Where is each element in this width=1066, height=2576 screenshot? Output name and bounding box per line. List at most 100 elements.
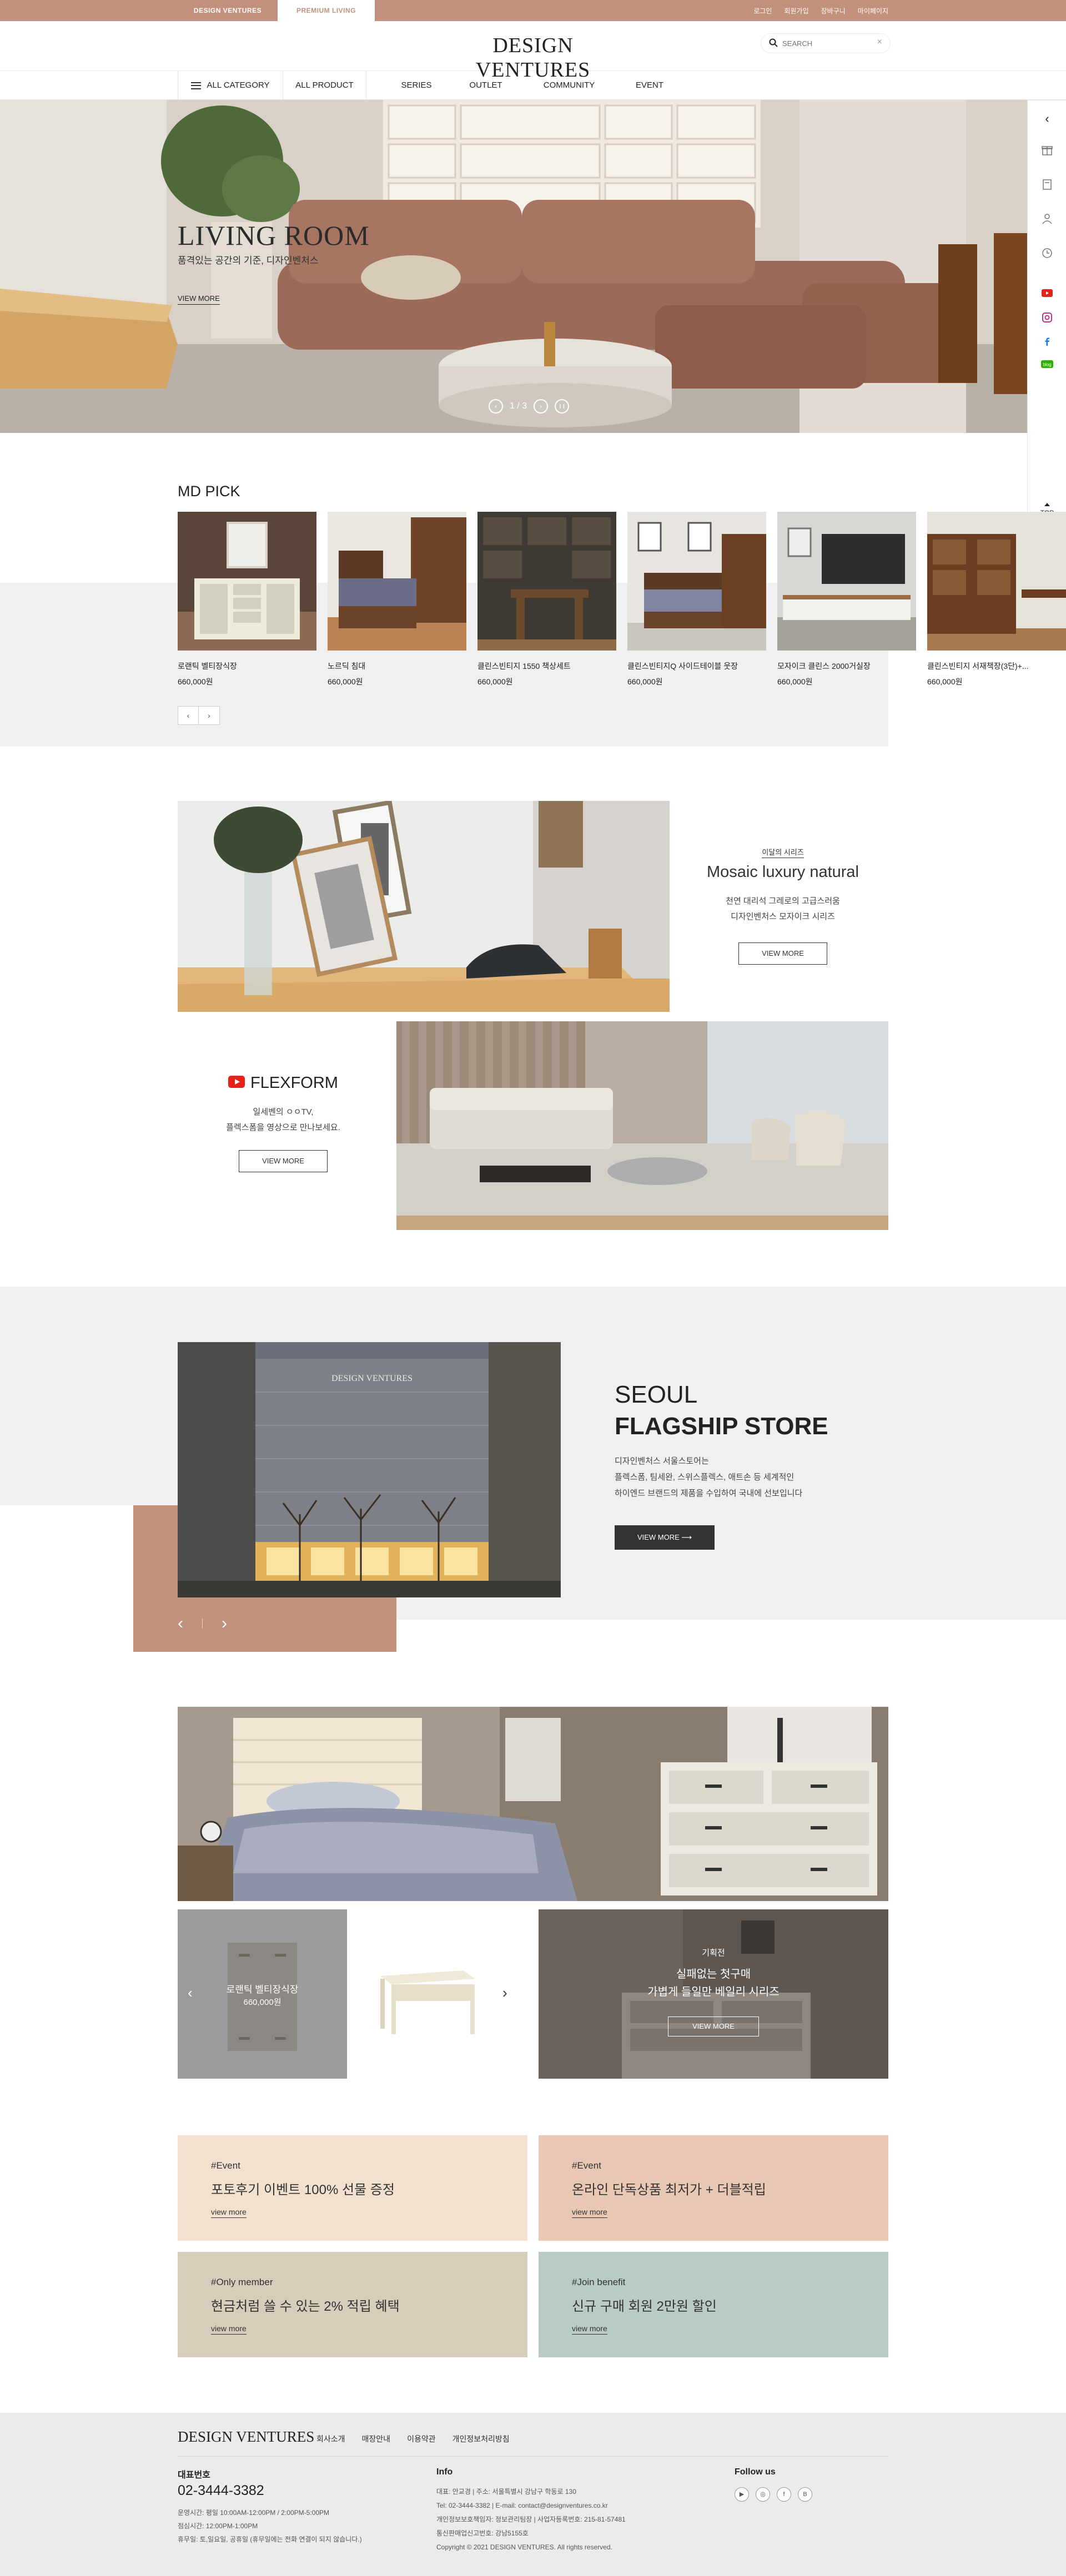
md-pick-card[interactable]: 클린스빈티지 서재책장(3단)+... 660,000원 (927, 512, 1066, 687)
nav-community[interactable]: COMMUNITY (533, 71, 605, 100)
md-pick-next-button[interactable]: › (199, 706, 220, 725)
quick-blog-link[interactable]: blog (1028, 360, 1066, 371)
quick-recent-link[interactable] (1028, 247, 1066, 262)
series-view-more-button[interactable]: VIEW MORE (738, 942, 827, 965)
quick-youtube-link[interactable] (1028, 289, 1066, 300)
plan-title-line2: 가볍게 들일만 베일리 시리즈 (647, 1986, 780, 1998)
blog-icon[interactable]: B (798, 2487, 812, 2502)
footer-link-stores[interactable]: 매장안내 (362, 2433, 391, 2444)
flagship-title-line1: SEOUL (615, 1381, 698, 1408)
product-price: 660,000원 (927, 677, 963, 686)
plan-label: 기획전 (702, 1948, 725, 1958)
bedroom-banner-image[interactable] (178, 1707, 888, 1901)
facebook-icon[interactable]: f (777, 2487, 791, 2502)
hero-prev-button[interactable]: ‹ (489, 399, 503, 414)
event-card[interactable]: #Event 온라인 단독상품 최저가 + 더블적립 view more (539, 2135, 888, 2241)
footer-hours: 운영시간: 평일 10:00AM-12:00PM / 2:00PM-5:00PM… (178, 2506, 362, 2546)
nav-series[interactable]: SERIES (389, 71, 444, 100)
all-category-label: ALL CATEGORY (207, 80, 270, 90)
footer-logo[interactable]: DESIGN VENTURES (178, 2428, 314, 2446)
clock-icon (1042, 248, 1052, 258)
product-image (178, 512, 316, 651)
nav-outlet[interactable]: OUTLET (458, 71, 514, 100)
search-input[interactable] (782, 38, 866, 49)
flexform-view-more-button[interactable]: VIEW MORE (239, 1150, 328, 1172)
footer-link-privacy[interactable]: 개인정보처리방침 (452, 2433, 510, 2444)
svg-text:blog: blog (1043, 362, 1051, 367)
quick-member-link[interactable] (1028, 213, 1066, 228)
md-pick-card[interactable]: 클린스빈티지 1550 책상세트 660,000원 (477, 512, 616, 687)
login-link[interactable]: 로그인 (753, 6, 772, 16)
blog-icon: blog (1041, 360, 1053, 368)
md-pick-prev-button[interactable]: ‹ (178, 706, 199, 725)
series-mosaic-image[interactable] (178, 801, 670, 1012)
brand-tab-design-ventures[interactable]: DESIGN VENTURES (178, 0, 278, 21)
product-slide-name: 로랜틱 벨티장식장 (226, 1984, 299, 1995)
event-view-more-link[interactable]: view more (572, 2324, 607, 2335)
arrow-divider (202, 1619, 203, 1629)
all-category-menu[interactable]: ALL CATEGORY (178, 71, 283, 100)
quick-collapse-button[interactable]: ‹ (1028, 112, 1066, 126)
nav-all-product[interactable]: ALL PRODUCT (283, 71, 366, 100)
quick-catalog-link[interactable] (1028, 178, 1066, 193)
plan-exhibition-banner[interactable]: 기획전 실패없는 첫구매 가볍게 들일만 베일리 시리즈 VIEW MORE (539, 1909, 888, 2079)
flagship-next-button[interactable]: › (222, 1615, 227, 1632)
hero-slide-counter: 1 / 3 (510, 401, 527, 411)
product-name: 로랜틱 벨티장식장 (178, 662, 237, 671)
youtube-icon[interactable]: ▶ (735, 2487, 749, 2502)
product-slider-next-button[interactable]: › (502, 1984, 507, 2002)
nav-event[interactable]: EVENT (622, 71, 677, 100)
flagship-view-more-button[interactable]: VIEW MORE ⟶ (615, 1525, 715, 1550)
flagship-store-image: DESIGN VENTURES (178, 1342, 561, 1597)
quick-gift-link[interactable] (1028, 144, 1066, 159)
event-card[interactable]: #Event 포토후기 이벤트 100% 선물 증정 view more (178, 2135, 527, 2241)
plan-view-more-button[interactable]: VIEW MORE (668, 2017, 759, 2036)
footer: DESIGN VENTURES 회사소개 매장안내 이용약관 개인정보처리방침 … (0, 2413, 1066, 2576)
mypage-link[interactable]: 마이페이지 (858, 6, 888, 16)
footer-rep-title: 대표번호 (178, 2471, 210, 2480)
md-pick-card[interactable]: 클린스빈티지Q 사이드테이블 웃장 660,000원 (627, 512, 766, 687)
product-image (777, 512, 916, 651)
md-pick-card[interactable]: 노르딕 침대 660,000원 (328, 512, 466, 687)
product-price: 660,000원 (477, 677, 513, 686)
flagship-desc-line: 하이엔드 브랜드의 제품을 수입하여 국내에 선보입니다 (615, 1489, 803, 1498)
flexform-video-image[interactable] (396, 1021, 888, 1230)
gift-icon (1042, 146, 1053, 155)
product-image (927, 512, 1066, 651)
event-view-more-link[interactable]: view more (572, 2207, 607, 2218)
footer-info-line: 통신판매업신고번호: 강남5155호 (436, 2529, 529, 2537)
flexform-desc-line: 일세벤의 ㅇㅇTV, (253, 1107, 314, 1117)
footer-link-company[interactable]: 회사소개 (316, 2433, 345, 2444)
md-pick-card[interactable]: 로랜틱 벨티장식장 660,000원 (178, 512, 316, 687)
instagram-icon[interactable]: ◎ (756, 2487, 770, 2502)
search-icon[interactable] (769, 38, 778, 47)
flexform-desc-line: 플렉스폼을 영상으로 만나보세요. (226, 1123, 340, 1132)
product-slider-prev-button[interactable]: ‹ (188, 1984, 193, 2002)
event-view-more-link[interactable]: view more (211, 2324, 247, 2335)
hero-next-button[interactable]: › (534, 399, 549, 414)
cart-link[interactable]: 장바구니 (821, 6, 846, 16)
md-pick-arrows: ‹ › (178, 706, 220, 725)
series-label-text: 이달의 시리즈 (762, 848, 804, 858)
brand-tab-premium-living[interactable]: PREMIUM LIVING (278, 0, 375, 21)
hero-view-more-link[interactable]: VIEW MORE (178, 294, 220, 305)
event-card[interactable]: #Only member 현금처럼 쓸 수 있는 2% 적립 혜택 view m… (178, 2252, 527, 2357)
join-link[interactable]: 회원가입 (784, 6, 808, 16)
desk-product-image[interactable] (369, 1954, 480, 2037)
footer-info-line: Copyright © 2021 DESIGN VENTURES. All ri… (436, 2543, 612, 2551)
md-pick-card[interactable]: 모자이크 클린스 2000거실장 660,000원 (777, 512, 916, 687)
event-card[interactable]: #Join benefit 신규 구매 회원 2만원 할인 view more (539, 2252, 888, 2357)
flagship-prev-button[interactable]: ‹ (178, 1615, 183, 1632)
clear-search-icon[interactable]: × (877, 37, 882, 47)
product-price: 660,000원 (328, 677, 363, 686)
product-price: 660,000원 (178, 677, 213, 686)
event-title: 현금처럼 쓸 수 있는 2% 적립 혜택 (211, 2299, 400, 2314)
footer-link-terms[interactable]: 이용약관 (407, 2433, 436, 2444)
quick-instagram-link[interactable] (1028, 312, 1066, 325)
hero-title: LIVING ROOM (178, 220, 370, 251)
header: DESIGN VENTURES × (0, 21, 1066, 82)
hero-living-room-image (0, 100, 1066, 433)
quick-facebook-link[interactable] (1028, 336, 1066, 349)
event-view-more-link[interactable]: view more (211, 2207, 247, 2218)
hero-pause-button[interactable]: ❙❙ (555, 399, 570, 414)
